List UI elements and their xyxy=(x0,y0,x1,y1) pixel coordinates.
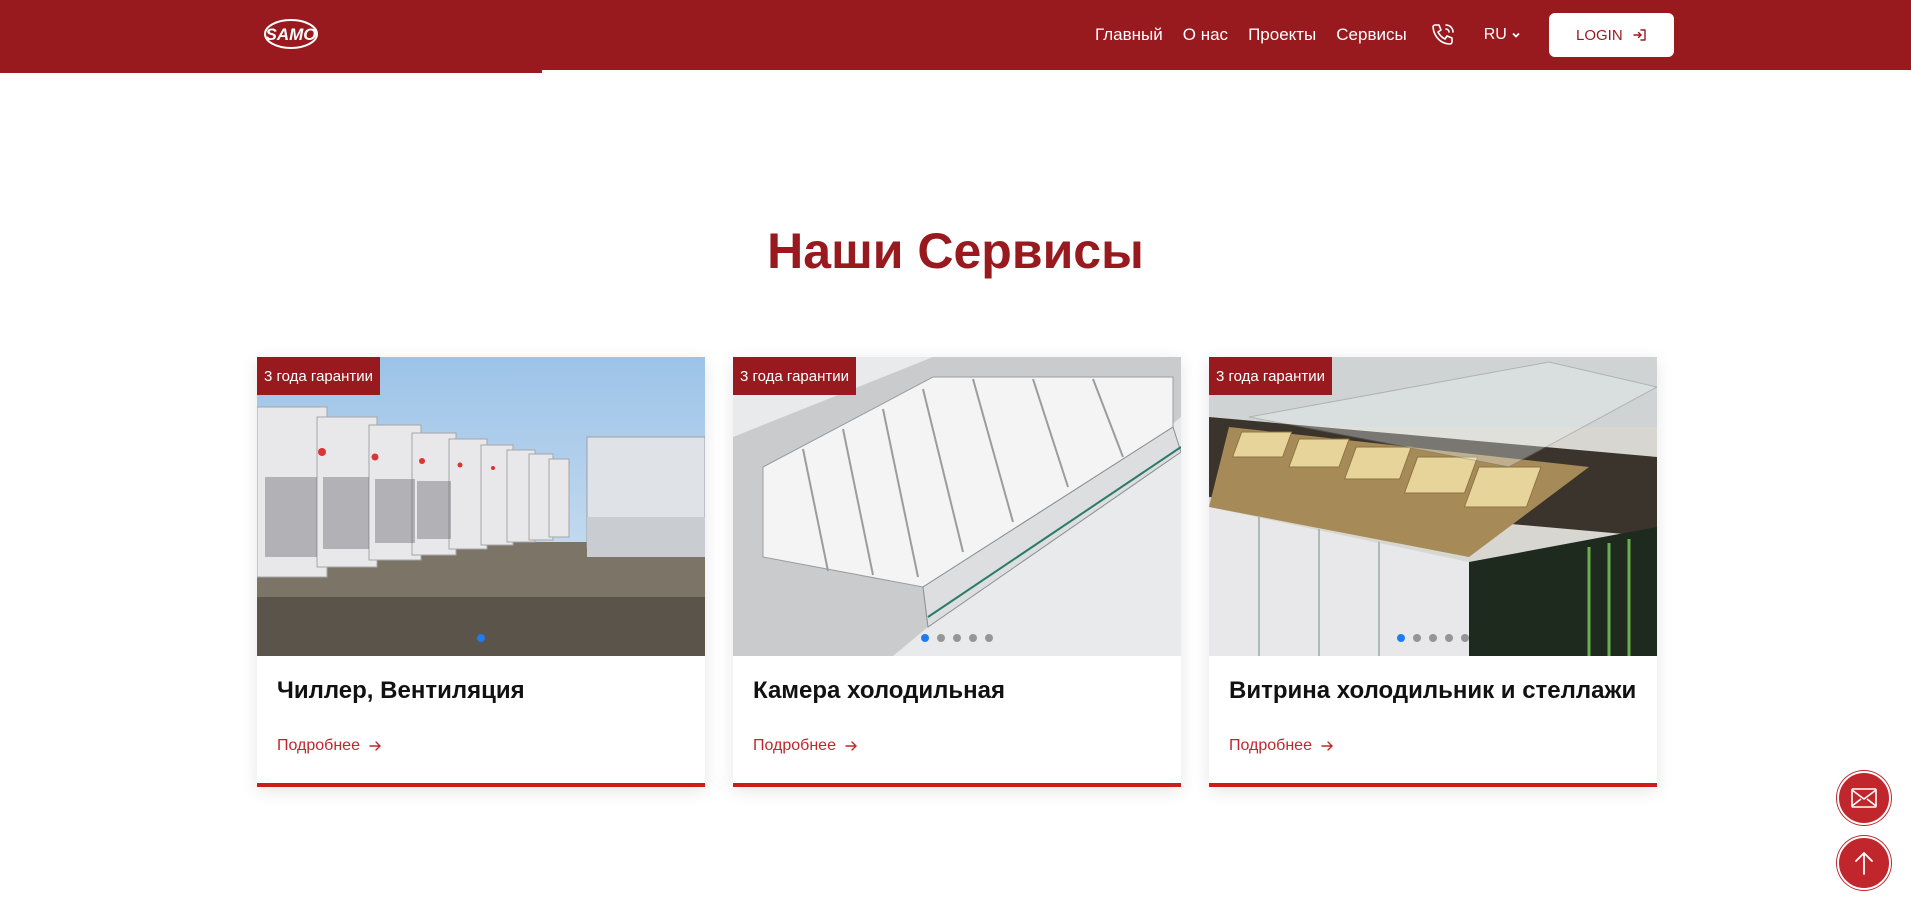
nav-about[interactable]: О нас xyxy=(1183,25,1228,45)
header-underline xyxy=(0,70,542,73)
more-label: Подробнее xyxy=(1229,737,1312,754)
card-title: Чиллер, Вентиляция xyxy=(277,677,525,704)
carousel-dot[interactable] xyxy=(937,634,945,642)
carousel-dot[interactable] xyxy=(921,634,929,642)
arrow-right-icon xyxy=(1321,741,1333,751)
more-link[interactable]: Подробнее xyxy=(753,737,858,755)
carousel-dot[interactable] xyxy=(477,634,485,642)
section-title: Наши Сервисы xyxy=(767,223,1144,279)
card-image[interactable]: 3 года гарантии xyxy=(1209,357,1657,656)
more-label: Подробнее xyxy=(753,737,836,754)
chevron-down-icon xyxy=(1512,32,1520,38)
warranty-badge: 3 года гарантии xyxy=(257,357,381,395)
card-image[interactable]: 3 года гарантии xyxy=(733,357,1181,656)
carousel-dot[interactable] xyxy=(1445,634,1453,642)
language-value: RU xyxy=(1483,26,1507,43)
carousel-dots xyxy=(257,634,705,642)
card-title: Витрина холодильник и стеллажи xyxy=(1229,677,1637,704)
phone-icon[interactable] xyxy=(1429,21,1457,49)
site-header: SAMO Главный О нас Проекты Сервисы RU LO… xyxy=(0,0,1911,70)
arrow-up-icon xyxy=(1855,851,1873,875)
card-title: Камера холодильная xyxy=(753,677,1005,704)
service-card-chiller[interactable]: 3 года гарантии Чиллер, Вентиляция Подро… xyxy=(257,357,705,787)
more-label: Подробнее xyxy=(277,737,360,754)
login-label: LOGIN xyxy=(1575,26,1623,44)
svg-text:SAMO: SAMO xyxy=(266,25,317,44)
carousel-dot[interactable] xyxy=(953,634,961,642)
contact-mail-button[interactable] xyxy=(1837,771,1891,825)
carousel-dot[interactable] xyxy=(1461,634,1469,642)
carousel-dots xyxy=(733,634,1181,642)
warranty-badge: 3 года гарантии xyxy=(733,357,857,395)
main-nav: Главный О нас Проекты Сервисы RU LOGIN xyxy=(1095,0,1674,70)
carousel-dots xyxy=(1209,634,1657,642)
language-select[interactable]: RU xyxy=(1484,26,1521,44)
carousel-dot[interactable] xyxy=(969,634,977,642)
nav-services[interactable]: Сервисы xyxy=(1336,25,1406,45)
nav-home[interactable]: Главный xyxy=(1095,25,1163,45)
carousel-dot[interactable] xyxy=(1397,634,1405,642)
login-icon xyxy=(1632,29,1646,41)
carousel-dot[interactable] xyxy=(1429,634,1437,642)
card-image[interactable]: 3 года гарантии xyxy=(257,357,705,656)
nav-projects[interactable]: Проекты xyxy=(1248,25,1316,45)
service-card-display[interactable]: 3 года гарантии Витрина холодильник и ст… xyxy=(1209,357,1657,787)
logo[interactable]: SAMO xyxy=(263,15,319,53)
mail-icon xyxy=(1851,788,1877,808)
more-link[interactable]: Подробнее xyxy=(1229,737,1334,755)
service-card-cold-room[interactable]: 3 года гарантии Камера холодильная Подро… xyxy=(733,357,1181,787)
login-button[interactable]: LOGIN xyxy=(1548,13,1674,57)
scroll-top-button[interactable] xyxy=(1837,836,1891,890)
more-link[interactable]: Подробнее xyxy=(277,737,382,755)
arrow-right-icon xyxy=(369,741,381,751)
carousel-dot[interactable] xyxy=(1413,634,1421,642)
arrow-right-icon xyxy=(845,741,857,751)
carousel-dot[interactable] xyxy=(985,634,993,642)
warranty-badge: 3 года гарантии xyxy=(1209,357,1333,395)
